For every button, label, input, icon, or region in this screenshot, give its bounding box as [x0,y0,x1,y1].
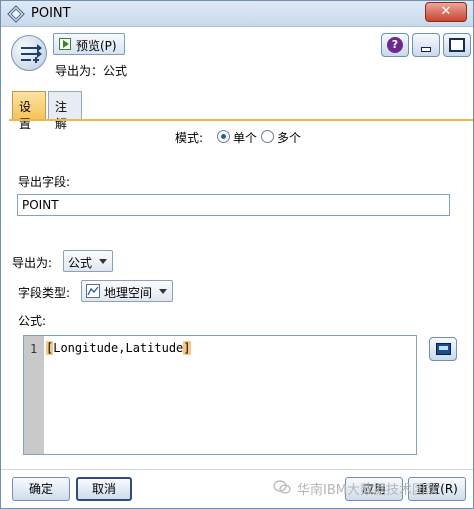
preview-label: 预览(P) [76,39,117,53]
expression-builder-button[interactable] [429,337,457,361]
tab-annotation[interactable]: 注解 [48,91,82,131]
geospatial-icon [86,284,100,298]
formula-code: [Longitude,Latitude] [46,341,191,355]
wechat-icon [273,480,291,494]
footer-divider [1,469,473,470]
maximize-button[interactable] [443,33,471,57]
derive-arrows-icon [21,44,42,63]
title-bar: POINT ✕ [1,1,473,27]
preview-button[interactable]: 预览(P) [53,33,125,55]
tab-underline [9,119,473,121]
watermark-text: 华南IBM大数据技术团队 [297,483,438,498]
mode-single-radio[interactable] [217,130,230,143]
calculator-icon [436,343,451,355]
tab-settings[interactable]: 设置 [12,91,46,131]
maximize-icon [449,38,465,52]
close-bracket: ] [183,341,191,355]
export-summary: 导出为：公式 [55,64,128,78]
minimize-icon [421,47,431,52]
app-diamond-icon [7,5,25,23]
chevron-down-icon [159,289,167,294]
mode-multiple-label: 多个 [277,131,302,145]
window-title: POINT [31,6,71,21]
ok-button[interactable]: 确定 [12,477,70,501]
derive-as-dropdown[interactable]: 公式 [63,250,113,272]
derive-node-icon [11,35,47,71]
derive-field-input[interactable] [17,194,450,216]
derive-as-label: 导出为: [12,256,53,270]
mode-single-label: 单个 [233,131,258,145]
field-type-dropdown[interactable]: 地理空间 [81,280,173,302]
mode-multiple-radio[interactable] [261,130,274,143]
formula-editor[interactable]: 1 [Longitude,Latitude] [23,335,417,455]
formula-text: Longitude,Latitude [53,341,184,355]
formula-label: 公式: [18,314,47,328]
close-icon: ✕ [440,4,452,19]
help-icon: ? [387,37,403,53]
derive-node-dialog: POINT ✕ 预览(P) 导出为：公式 ? 设置 注解 模式: 单个 多个 导… [0,0,474,509]
line-gutter: 1 [24,336,44,454]
field-type-label: 字段类型: [18,286,71,300]
help-button[interactable]: ? [381,33,409,57]
derive-field-label: 导出字段: [18,175,71,189]
chevron-down-icon [99,259,107,264]
play-icon [59,38,71,50]
field-type-value: 地理空间 [104,286,153,300]
minimize-button[interactable] [412,33,440,57]
line-number: 1 [30,342,38,356]
mode-label: 模式: [175,131,204,145]
cancel-button[interactable]: 取消 [76,477,132,501]
derive-as-value: 公式 [68,256,93,270]
close-button[interactable]: ✕ [425,2,467,22]
